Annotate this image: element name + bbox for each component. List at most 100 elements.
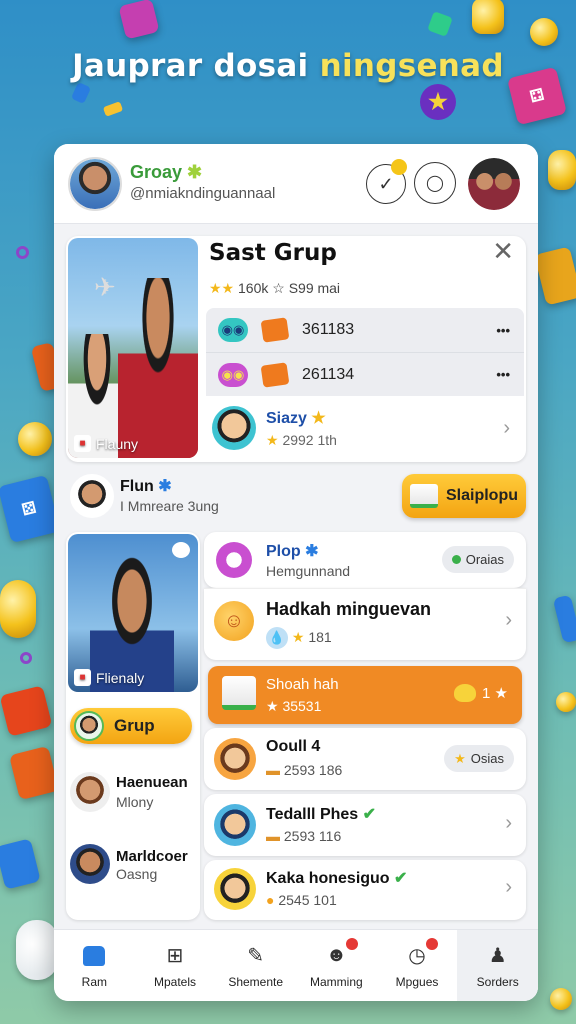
nav-label: Mpgues [395,974,439,989]
coin-decoration [550,988,572,1010]
user-avatar[interactable] [68,157,122,211]
coin-decoration [0,580,36,638]
nav-label: Mamming [310,974,363,989]
group-avatar[interactable] [468,158,520,210]
coin-decoration [548,150,576,190]
contact-avatar [70,844,110,884]
brick-icon: ▬ [266,762,280,778]
coin-decoration [556,692,576,712]
dice-cube-decoration [9,745,59,801]
list-item[interactable]: Ooull 4 ▬ 2593 186 ★ Osias [204,728,526,790]
highlight-meta: ★ 35531 [266,698,322,714]
contact-sub: Oasng [116,866,158,882]
nav-item-mpgues[interactable]: ◷ Mpgues [377,930,458,1001]
group-photo-caption: ■ Flauny [74,435,138,452]
list-item[interactable]: Kaka honesiguo ✔ ● 2545 101 › [204,860,526,920]
header-subtitle: @nmiakndinguannaal [130,185,276,202]
dice-cube-decoration [0,685,53,737]
list-item[interactable]: Tedalll Phes ✔ ▬ 2593 116 › [204,794,526,856]
ring-decoration [16,246,29,259]
group-photo[interactable]: ✈ ■ Flauny [68,238,198,458]
osias-pill[interactable]: ★ Osias [444,745,514,772]
notification-badge-icon [345,938,358,950]
app-panel: Groay ✱ @nmiakndinguannaal ✓ ◯ ✈ ■ Flauny… [54,144,538,1001]
slaiplopu-button[interactable]: Slaiplopu [402,474,526,518]
star-rating-icon: ★★ [209,280,235,296]
item-meta: ▬ 2593 116 [266,828,342,844]
notification-badge-icon [426,938,439,950]
notification-dot-icon [391,159,407,175]
airplane-icon: ✈ [94,272,116,302]
contact-avatar [70,772,110,812]
nav-label: Shemente [228,974,284,989]
grid-icon: ⊞ [166,945,184,967]
contact-sub: Mlony [116,794,154,810]
contact-item[interactable]: Marldcoer Oasng [68,840,198,890]
right-column: Plop ✱ Hemgunnand Oraias ☺ Hadkah mingue… [204,532,526,920]
nav-item-mpatels[interactable]: ⊞ Mpatels [135,930,216,1001]
member-avatar [212,406,256,450]
feature-title: Hadkah minguevan [266,599,432,619]
nav-label: Ram [81,974,107,989]
feature-item[interactable]: ☺ Hadkah minguevan 💧 ★ 181 › [204,588,526,660]
member-meta: ★ 2992 1th [266,431,337,448]
home-icon [81,943,107,969]
check-badge-icon: ✔ [394,870,408,887]
contact-item[interactable]: Haenuean Mlony [68,768,198,818]
header-title: Groay ✱ [130,162,203,182]
drops-icon: 💧 [266,627,288,649]
nav-item-shemente[interactable]: ✎ Shemente [215,930,296,1001]
green-dot-icon [451,555,461,564]
nav-item-sorders[interactable]: ♟ Sorders [457,930,538,1001]
check-badge-icon: ✔ [362,806,377,823]
package-icon [410,484,438,508]
more-options-icon[interactable]: ••• [496,367,510,382]
dice-cube-decoration [118,0,160,40]
nav-item-ram[interactable]: Ram [54,930,135,1001]
item-name: Ooull 4 [266,738,321,755]
smiley-icon: ☺ [214,601,254,641]
brick-icon [260,361,290,388]
nav-label: Sorders [476,974,519,989]
grup-button[interactable]: Grup [70,708,192,744]
check-icon: ✓ [378,173,394,194]
plop-sub: Hemgunnand [266,563,351,579]
smiley-icon: ● [266,892,275,908]
coin-decoration [530,18,558,46]
dice-cube-decoration [0,838,41,890]
contact-name: Haenuean [116,774,188,791]
eyes-emoji-icon: ◉◉ [218,362,248,387]
verified-icon: ✱ [305,543,319,560]
verified-icon: ✱ [158,478,172,495]
more-options-icon[interactable]: ••• [496,323,510,338]
friend-photo[interactable]: ■ Flienaly [68,534,198,692]
item-avatar [214,868,256,910]
close-icon[interactable]: ✕ [492,236,514,267]
gem-decoration [70,81,92,105]
friend-photo-caption: ■ Flienaly [74,669,144,686]
check-button[interactable]: ✓ [366,159,407,204]
stat-row[interactable]: ◉◉ 261134 ••• [206,352,524,396]
package-icon [222,676,256,710]
profile-avatar[interactable] [70,474,114,518]
member-name: Siazy ★ [266,409,326,427]
chevron-right-icon: › [505,876,512,898]
left-column: ■ Flienaly Grup Haenuean Mlony Marldcoer … [66,532,200,920]
highlight-item[interactable]: Shoah hah ★ 35531 1 ★ [208,666,522,724]
oraias-pill[interactable]: Oraias [441,546,514,573]
star-icon: ★ [454,750,466,766]
highlight-badge: 1 ★ [454,684,508,702]
stat-row[interactable]: ◉◉ 361183 ••• [206,308,524,352]
group-title: Sast Grup [209,240,337,266]
group-icon: ☻ [325,944,347,966]
plop-avatar [216,542,252,578]
member-row[interactable]: Siazy ★ ★ 2992 1th › [206,398,524,458]
plop-item[interactable]: Plop ✱ Hemgunnand Oraias [204,532,526,588]
gem-decoration [427,11,453,37]
duck-icon [454,684,477,702]
item-meta: ▬ 2593 186 [266,762,343,778]
nav-item-mamming[interactable]: ☻ Mamming [296,930,377,1001]
camera-button[interactable]: ◯ [414,162,456,204]
top-header: Groay ✱ @nmiakndinguannaal ✓ ◯ [54,144,538,224]
chevron-right-icon: › [505,812,512,834]
